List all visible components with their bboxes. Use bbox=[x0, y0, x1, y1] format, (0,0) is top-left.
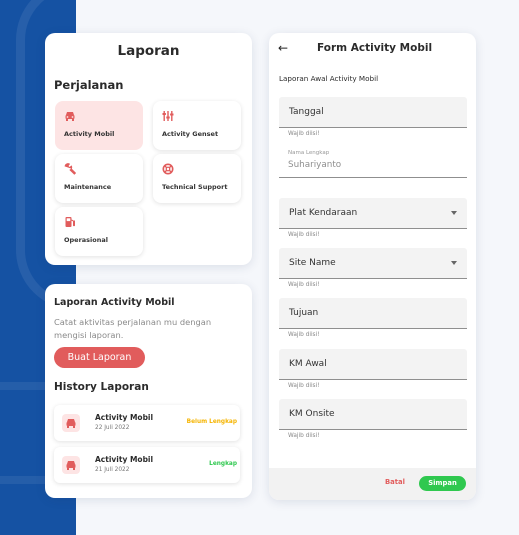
form-footer: Batal Simpan bbox=[269, 468, 476, 500]
chevron-down-icon bbox=[451, 261, 457, 265]
car-icon bbox=[62, 456, 80, 474]
car-icon bbox=[65, 112, 75, 121]
history-title: History Laporan bbox=[54, 381, 149, 393]
field-label: Nama Lengkap bbox=[288, 150, 330, 156]
tile-label: Technical Support bbox=[162, 183, 228, 191]
tile-technical-support[interactable]: Technical Support bbox=[153, 154, 241, 203]
tile-maintenance[interactable]: Maintenance bbox=[55, 154, 143, 203]
helper-text: Wajib diisi! bbox=[288, 282, 320, 288]
helper-text: Wajib diisi! bbox=[288, 131, 320, 137]
cancel-button[interactable]: Batal bbox=[385, 478, 405, 486]
form-subtitle: Laporan Awal Activity Mobil bbox=[279, 74, 379, 83]
field-value: Suhariyanto bbox=[288, 160, 342, 170]
field-label: Tanggal bbox=[289, 107, 324, 117]
field-label: Plat Kendaraan bbox=[289, 208, 358, 218]
field-label: KM Onsite bbox=[289, 409, 335, 419]
plat-kendaraan-select[interactable]: Plat Kendaraan bbox=[279, 198, 467, 229]
tile-label: Maintenance bbox=[64, 183, 112, 191]
tile-activity-mobil[interactable]: Activity Mobil bbox=[55, 101, 143, 150]
form-header: ← Form Activity Mobil bbox=[269, 33, 476, 65]
activity-description: Catat aktivitas perjalanan mu dengan men… bbox=[54, 317, 212, 340]
history-item-name: Activity Mobil bbox=[95, 413, 154, 422]
nama-lengkap-field[interactable]: Nama Lengkap Suhariyanto bbox=[279, 147, 467, 178]
tujuan-field[interactable]: Tujuan bbox=[279, 298, 467, 329]
sliders-icon bbox=[162, 111, 174, 121]
buat-laporan-button[interactable]: Buat Laporan bbox=[54, 347, 145, 368]
helper-text: Wajib diisi! bbox=[288, 383, 320, 389]
chevron-down-icon bbox=[451, 211, 457, 215]
car-icon bbox=[62, 414, 80, 432]
status-badge: Lengkap bbox=[209, 461, 237, 467]
back-arrow-icon[interactable]: ← bbox=[278, 41, 288, 55]
field-label: Tujuan bbox=[289, 308, 319, 318]
fuel-icon bbox=[65, 217, 75, 227]
history-item-date: 21 Juli 2022 bbox=[95, 467, 130, 473]
history-item-date: 22 Juli 2022 bbox=[95, 425, 130, 431]
km-awal-field[interactable]: KM Awal bbox=[279, 349, 467, 380]
wrench-icon bbox=[64, 163, 76, 175]
tile-label: Operasional bbox=[64, 236, 108, 244]
save-button[interactable]: Simpan bbox=[419, 476, 466, 491]
helper-text: Wajib diisi! bbox=[288, 232, 320, 238]
perjalanan-heading: Perjalanan bbox=[54, 78, 124, 92]
tile-label: Activity Genset bbox=[162, 130, 219, 138]
activity-title: Laporan Activity Mobil bbox=[54, 297, 175, 308]
activity-card: Laporan Activity Mobil Catat aktivitas p… bbox=[45, 284, 252, 498]
laporan-card: Laporan Perjalanan Activity Mobil Activi… bbox=[45, 33, 252, 265]
form-card: ← Form Activity Mobil Laporan Awal Activ… bbox=[269, 33, 476, 500]
tile-activity-genset[interactable]: Activity Genset bbox=[153, 101, 241, 150]
status-badge: Belum Lengkap bbox=[186, 419, 237, 425]
helper-text: Wajib diisi! bbox=[288, 332, 320, 338]
field-label: KM Awal bbox=[289, 359, 327, 369]
tanggal-field[interactable]: Tanggal bbox=[279, 97, 467, 128]
helper-text: Wajib diisi! bbox=[288, 433, 320, 439]
form-title: Form Activity Mobil bbox=[317, 42, 433, 54]
laporan-title: Laporan bbox=[117, 43, 180, 59]
site-name-select[interactable]: Site Name bbox=[279, 248, 467, 279]
km-onsite-field[interactable]: KM Onsite bbox=[279, 399, 467, 430]
tile-operasional[interactable]: Operasional bbox=[55, 207, 143, 256]
history-item[interactable]: Activity Mobil 22 Juli 2022 Belum Lengka… bbox=[54, 405, 240, 441]
history-item-name: Activity Mobil bbox=[95, 455, 154, 464]
field-label: Site Name bbox=[289, 258, 336, 268]
history-item[interactable]: Activity Mobil 21 Juli 2022 Lengkap bbox=[54, 447, 240, 483]
lifebuoy-icon bbox=[162, 163, 174, 175]
tile-label: Activity Mobil bbox=[64, 130, 115, 138]
